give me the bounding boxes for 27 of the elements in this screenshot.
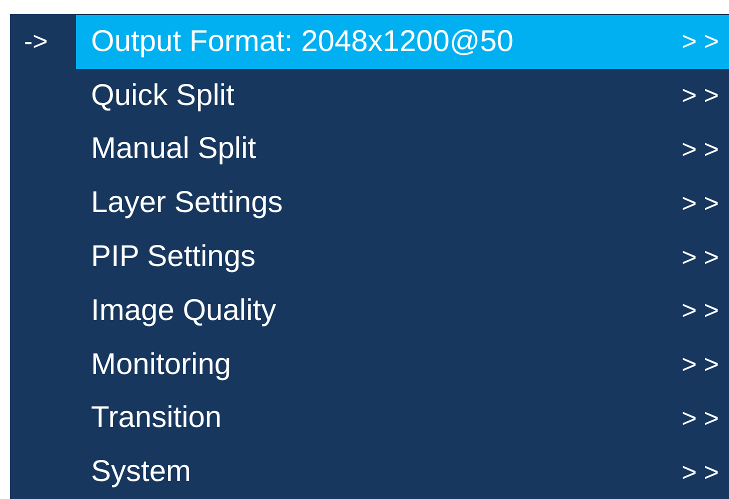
submenu-arrow: >> — [682, 80, 726, 112]
submenu-arrow: >> — [682, 456, 726, 488]
menu-item-label: Image Quality — [91, 294, 276, 328]
menu-item[interactable]: Quick Split >> — [76, 68, 729, 123]
submenu-arrow: >> — [682, 188, 726, 219]
menu-item-label: Layer Settings — [91, 186, 283, 220]
menu-item[interactable]: Layer Settings >> — [76, 176, 729, 230]
menu-item[interactable]: Monitoring >> — [76, 338, 729, 392]
menu-item-label: PIP Settings — [91, 240, 256, 274]
submenu-arrow: >> — [682, 402, 726, 434]
menu-item[interactable]: Transition >> — [76, 391, 729, 446]
submenu-arrow: >> — [682, 295, 726, 326]
menu-item-label: Transition — [91, 401, 222, 436]
pointer-arrow: -> — [24, 26, 48, 58]
menu-item[interactable]: Image Quality >> — [76, 284, 729, 338]
submenu-arrow: >> — [682, 242, 726, 273]
submenu-arrow: >> — [682, 134, 726, 165]
submenu-arrow: >> — [682, 26, 726, 58]
menu-item-label: Monitoring — [91, 348, 232, 382]
menu-item-label: Output Format: 2048x1200@50 — [91, 24, 514, 59]
menu-item-label: Manual Split — [91, 132, 256, 166]
menu-item[interactable]: Manual Split >> — [76, 122, 729, 176]
submenu-arrow: >> — [682, 349, 726, 380]
menu-item[interactable]: PIP Settings >> — [76, 230, 729, 284]
menu-item-label: Quick Split — [91, 78, 234, 113]
menu-item[interactable]: System >> — [76, 445, 729, 499]
menu-item-label: System — [91, 455, 192, 490]
